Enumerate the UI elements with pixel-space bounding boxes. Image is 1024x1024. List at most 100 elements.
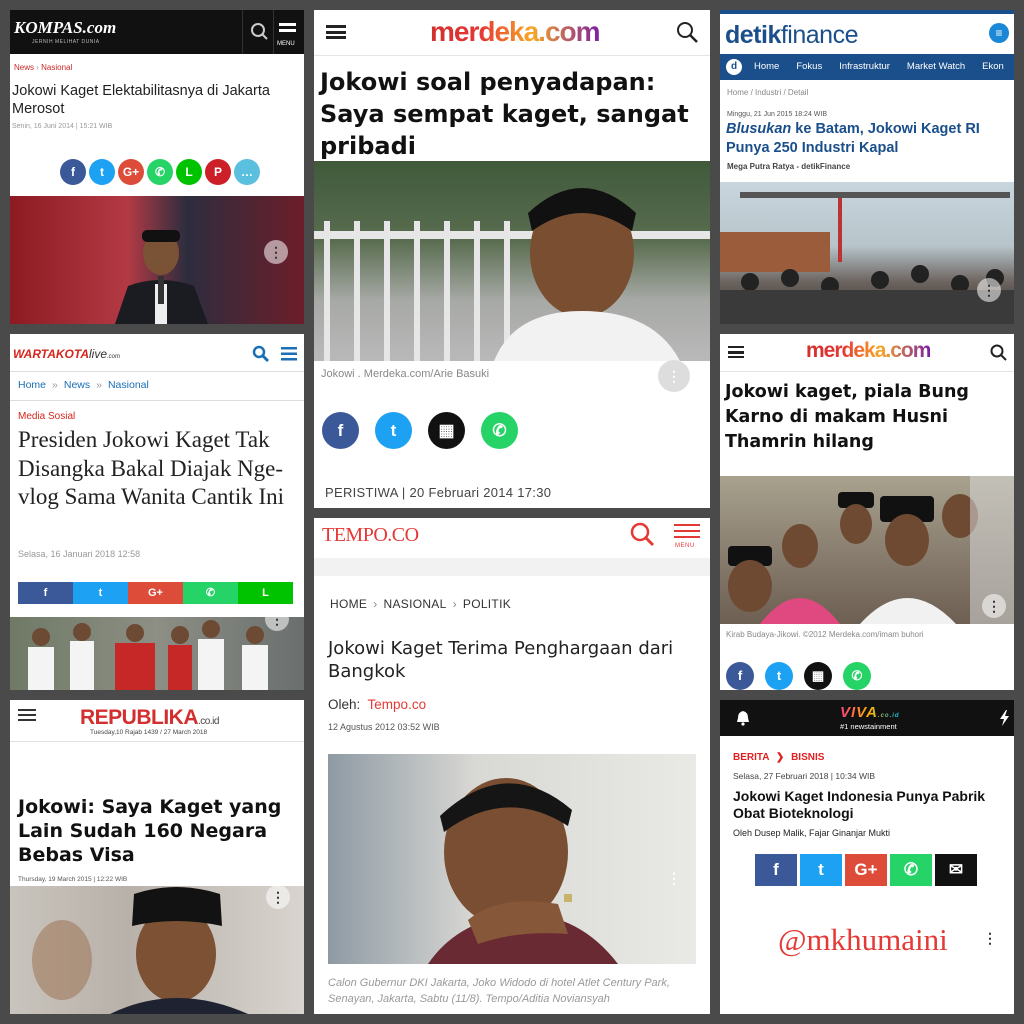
twitter-icon[interactable]: t — [375, 412, 412, 449]
search-icon[interactable] — [242, 10, 274, 54]
google-plus-icon[interactable]: G+ — [845, 854, 887, 886]
search-icon[interactable] — [630, 522, 656, 548]
menu-icon[interactable] — [281, 346, 299, 362]
twitter-icon[interactable]: t — [765, 662, 793, 690]
breadcrumb-separator: » — [52, 379, 58, 391]
merdeka-header: merdeka.com — [314, 10, 710, 56]
fence-and-portrait — [314, 188, 710, 361]
article-title: Jokowi Kaget Elektabilitasnya di Jakarta… — [12, 83, 270, 117]
more-options-icon[interactable]: ⋮ — [266, 886, 290, 909]
hamburger-icon[interactable] — [18, 709, 38, 723]
detik-logo[interactable]: detikfinance — [725, 21, 858, 50]
breadcrumb-item[interactable]: News — [64, 379, 90, 391]
breadcrumb-item[interactable]: Home — [18, 379, 46, 391]
pinterest-icon[interactable]: P — [205, 159, 231, 185]
merdeka-logo[interactable]: merdeka.com — [430, 16, 601, 48]
breadcrumb-item[interactable]: Nasional — [108, 379, 149, 391]
twitter-icon[interactable]: t — [73, 582, 128, 604]
twitter-icon[interactable]: t — [800, 854, 842, 886]
breadcrumb-item[interactable]: HOME — [330, 597, 367, 611]
breadcrumb: HOME › NASIONAL › POLITIK — [330, 597, 511, 611]
detik-home-icon[interactable]: d — [726, 59, 742, 75]
nav-item[interactable]: Fokus — [796, 61, 822, 72]
breadcrumb-item[interactable]: NASIONAL — [384, 597, 447, 611]
more-options-icon[interactable]: ⋮ — [264, 240, 288, 264]
nav-item[interactable]: Ekon — [982, 61, 1004, 72]
menu-button[interactable]: MENU — [276, 19, 300, 49]
breadcrumb: Home / Industri / Detail — [727, 88, 809, 97]
article-photo: ⋮ — [720, 476, 1014, 624]
bell-icon[interactable] — [735, 710, 751, 726]
facebook-icon[interactable]: f — [60, 159, 86, 185]
bbm-icon[interactable]: ▦ — [804, 662, 832, 690]
search-icon[interactable] — [676, 21, 700, 45]
breadcrumb-news[interactable]: News — [14, 63, 34, 72]
search-icon[interactable] — [990, 344, 1008, 362]
tempo-header: TEMPO.CO MENU — [314, 518, 710, 558]
breadcrumb: Home » News » Nasional — [18, 379, 155, 391]
detik-nav: d Home Fokus Infrastruktur Market Watch Ekon — [720, 54, 1014, 80]
article-photo: ⋮ — [10, 196, 304, 324]
comment-icon[interactable]: … — [234, 159, 260, 185]
tempo-logo[interactable]: TEMPO.CO — [322, 524, 419, 547]
nav-item[interactable]: Infrastruktur — [839, 61, 890, 72]
republika-logo[interactable]: REPUBLIKA.co.id — [80, 706, 219, 730]
byline: Oleh: Tempo.co — [328, 697, 426, 712]
nav-item[interactable]: Home — [754, 61, 779, 72]
whatsapp-icon[interactable]: ✆ — [890, 854, 932, 886]
hamburger-icon[interactable] — [728, 346, 744, 358]
more-options-icon[interactable]: ⋮ — [978, 926, 1002, 950]
merdeka-logo[interactable]: merdeka.com — [806, 339, 931, 363]
facebook-icon[interactable]: f — [322, 412, 359, 449]
whatsapp-icon[interactable]: ✆ — [843, 662, 871, 690]
more-options-icon[interactable]: ⋮ — [982, 594, 1006, 618]
bbm-icon[interactable]: ▦ — [428, 412, 465, 449]
breadcrumb-bisnis[interactable]: BISNIS — [791, 752, 824, 763]
article-photo — [314, 161, 710, 361]
tempo-panel: TEMPO.CO MENU HOME › NASIONAL › POLITIK Joko… — [314, 518, 710, 1014]
facebook-icon[interactable]: f — [726, 662, 754, 690]
breadcrumb-item[interactable]: POLITIK — [463, 597, 511, 611]
kompas-logo[interactable]: KOMPAS.com — [14, 18, 116, 38]
hamburger-icon[interactable] — [326, 25, 346, 39]
whatsapp-icon[interactable]: ✆ — [147, 159, 173, 185]
wartakota-panel: WARTAKOTAlive.com Home » News » Nasional Med… — [10, 334, 304, 690]
article-title: Jokowi: Saya Kaget yang Lain Sudah 160 N… — [18, 796, 282, 866]
share-bar: f t ▦ ✆ — [726, 662, 882, 690]
line-icon[interactable]: L — [176, 159, 202, 185]
photo-caption: Calon Gubernur DKI Jakarta, Joko Widodo … — [328, 977, 670, 1005]
facebook-icon[interactable]: f — [755, 854, 797, 886]
line-icon[interactable]: L — [238, 582, 293, 604]
email-icon[interactable]: ✉ — [935, 854, 977, 886]
facebook-icon[interactable]: f — [18, 582, 73, 604]
section-label[interactable]: Media Sosial — [18, 411, 75, 422]
menu-button[interactable]: MENU — [674, 522, 702, 554]
search-icon[interactable] — [252, 345, 270, 363]
nav-item[interactable]: Market Watch — [907, 61, 965, 72]
article-photo: ⋮ — [10, 617, 304, 690]
photo-caption: Jokowi . Merdeka.com/Arie Basuki — [321, 368, 490, 380]
viva-logo[interactable]: VIVA.co.id — [840, 704, 900, 721]
more-options-icon[interactable]: ⋮ — [658, 360, 690, 392]
detik-header: detikfinance ≡ — [720, 14, 1014, 54]
twitter-icon[interactable]: t — [89, 159, 115, 185]
more-options-icon[interactable]: ⋮ — [977, 278, 1001, 302]
article-title: Jokowi kaget, piala Bung Karno di makam … — [725, 382, 969, 452]
google-plus-icon[interactable]: G+ — [128, 582, 183, 604]
title-emphasis: Blusukan — [726, 121, 792, 137]
wartakota-logo[interactable]: WARTAKOTAlive.com — [13, 347, 120, 361]
whatsapp-icon[interactable]: ✆ — [183, 582, 238, 604]
merdeka-panel-2: merdeka.com Jokowi kaget, piala Bung Kar… — [720, 334, 1014, 690]
byline-author[interactable]: Tempo.co — [368, 697, 427, 712]
whatsapp-icon[interactable]: ✆ — [481, 412, 518, 449]
google-plus-icon[interactable]: G+ — [118, 159, 144, 185]
breadcrumb-berita[interactable]: BERITA — [733, 752, 769, 763]
lightning-icon[interactable] — [999, 710, 1011, 726]
procession-scene — [728, 476, 1014, 624]
speaker-figure — [115, 230, 208, 324]
menu-icon[interactable]: ≡ — [989, 23, 1009, 43]
breadcrumb-nasional[interactable]: Nasional — [41, 63, 72, 72]
breadcrumb: News › Nasional — [14, 63, 73, 72]
more-options-icon[interactable]: ⋮ — [662, 866, 686, 890]
share-bar: f t G+ ✆ L P… — [60, 159, 263, 185]
